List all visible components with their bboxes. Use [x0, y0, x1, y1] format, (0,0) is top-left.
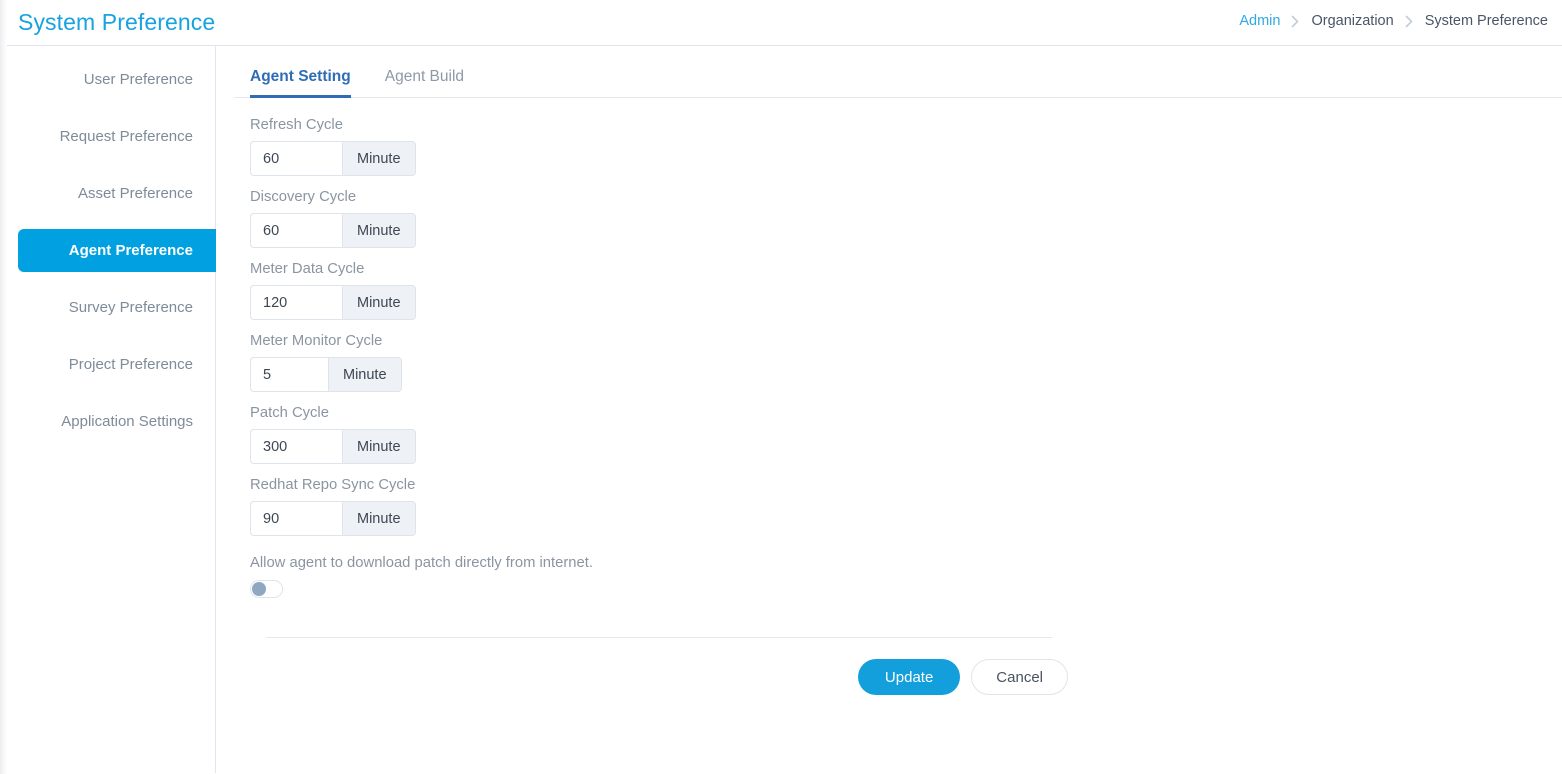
page-body: User Preference Request Preference Asset… — [0, 46, 1562, 773]
sidebar-item-agent-preference[interactable]: Agent Preference — [18, 229, 216, 272]
meter-monitor-cycle-input[interactable]: 5 — [250, 357, 328, 392]
sidebar-item-label: Agent Preference — [68, 242, 193, 259]
sidebar-item-label: Project Preference — [68, 356, 193, 373]
toggle-knob — [252, 582, 266, 596]
tab-label: Agent Setting — [250, 68, 351, 85]
allow-agent-download-toggle[interactable] — [250, 580, 283, 598]
chevron-right-icon — [1405, 15, 1414, 28]
sidebar-item-label: User Preference — [83, 71, 193, 88]
field-meter-data-cycle: Meter Data Cycle 120 Minute — [250, 261, 1562, 320]
sidebar-item-application-settings[interactable]: Application Settings — [0, 400, 215, 443]
redhat-repo-sync-cycle-input-group: 90 Minute — [250, 501, 416, 536]
sidebar-item-label: Application Settings — [61, 413, 193, 430]
unit-addon-minute: Minute — [342, 501, 416, 536]
meter-monitor-cycle-input-group: 5 Minute — [250, 357, 402, 392]
meter-data-cycle-input-group: 120 Minute — [250, 285, 416, 320]
sidebar-item-survey-preference[interactable]: Survey Preference — [0, 286, 215, 329]
patch-cycle-input[interactable]: 300 — [250, 429, 342, 464]
toggle-label: Allow agent to download patch directly f… — [250, 555, 593, 571]
chevron-right-icon — [1291, 15, 1300, 28]
discovery-cycle-input-group: 60 Minute — [250, 213, 416, 248]
field-label: Redhat Repo Sync Cycle — [250, 477, 416, 493]
field-label: Discovery Cycle — [250, 189, 357, 205]
sidebar-item-label: Request Preference — [59, 128, 193, 145]
redhat-repo-sync-cycle-input[interactable]: 90 — [250, 501, 342, 536]
tab-agent-setting[interactable]: Agent Setting — [250, 68, 351, 98]
sidebar-item-label: Survey Preference — [68, 299, 193, 316]
tab-agent-build[interactable]: Agent Build — [385, 68, 464, 97]
patch-cycle-input-group: 300 Minute — [250, 429, 416, 464]
refresh-cycle-input[interactable]: 60 — [250, 141, 342, 176]
sidebar-item-label: Asset Preference — [77, 185, 193, 202]
unit-addon-minute: Minute — [342, 285, 416, 320]
breadcrumb-item-admin[interactable]: Admin — [1239, 13, 1280, 29]
field-allow-agent-download: Allow agent to download patch directly f… — [250, 555, 1562, 598]
app-header: System Preference Admin Organization Sys… — [0, 0, 1562, 46]
refresh-cycle-input-group: 60 Minute — [250, 141, 416, 176]
breadcrumb-item-organization[interactable]: Organization — [1311, 13, 1393, 29]
agent-setting-form: Refresh Cycle 60 Minute Discovery Cycle … — [234, 98, 1562, 695]
field-label: Refresh Cycle — [250, 117, 343, 133]
breadcrumb: Admin Organization System Preference — [1239, 13, 1548, 29]
sidebar-item-project-preference[interactable]: Project Preference — [0, 343, 215, 386]
sidebar-item-request-preference[interactable]: Request Preference — [0, 115, 215, 158]
field-meter-monitor-cycle: Meter Monitor Cycle 5 Minute — [250, 333, 1562, 392]
tab-bar: Agent Setting Agent Build — [234, 56, 1562, 98]
unit-addon-minute: Minute — [342, 213, 416, 248]
unit-addon-minute: Minute — [328, 357, 402, 392]
page-title: System Preference — [18, 9, 216, 35]
unit-addon-minute: Minute — [342, 141, 416, 176]
field-redhat-repo-sync-cycle: Redhat Repo Sync Cycle 90 Minute — [250, 477, 1562, 536]
sidebar-item-asset-preference[interactable]: Asset Preference — [0, 172, 215, 215]
field-label: Meter Data Cycle — [250, 261, 365, 277]
cancel-button[interactable]: Cancel — [971, 659, 1068, 695]
unit-addon-minute: Minute — [342, 429, 416, 464]
settings-sidebar: User Preference Request Preference Asset… — [0, 46, 216, 773]
meter-data-cycle-input[interactable]: 120 — [250, 285, 342, 320]
discovery-cycle-input[interactable]: 60 — [250, 213, 342, 248]
field-label: Meter Monitor Cycle — [250, 333, 383, 349]
field-patch-cycle: Patch Cycle 300 Minute — [250, 405, 1562, 464]
tab-label: Agent Build — [384, 68, 465, 85]
form-actions: Update Cancel — [266, 638, 1068, 695]
sidebar-item-user-preference[interactable]: User Preference — [0, 58, 215, 101]
field-refresh-cycle: Refresh Cycle 60 Minute — [250, 117, 1562, 176]
breadcrumb-item-system-preference: System Preference — [1424, 13, 1548, 29]
update-button[interactable]: Update — [857, 659, 961, 695]
field-label: Patch Cycle — [250, 405, 329, 421]
main-content: Agent Setting Agent Build Refresh Cycle … — [216, 46, 1562, 773]
field-discovery-cycle: Discovery Cycle 60 Minute — [250, 189, 1562, 248]
